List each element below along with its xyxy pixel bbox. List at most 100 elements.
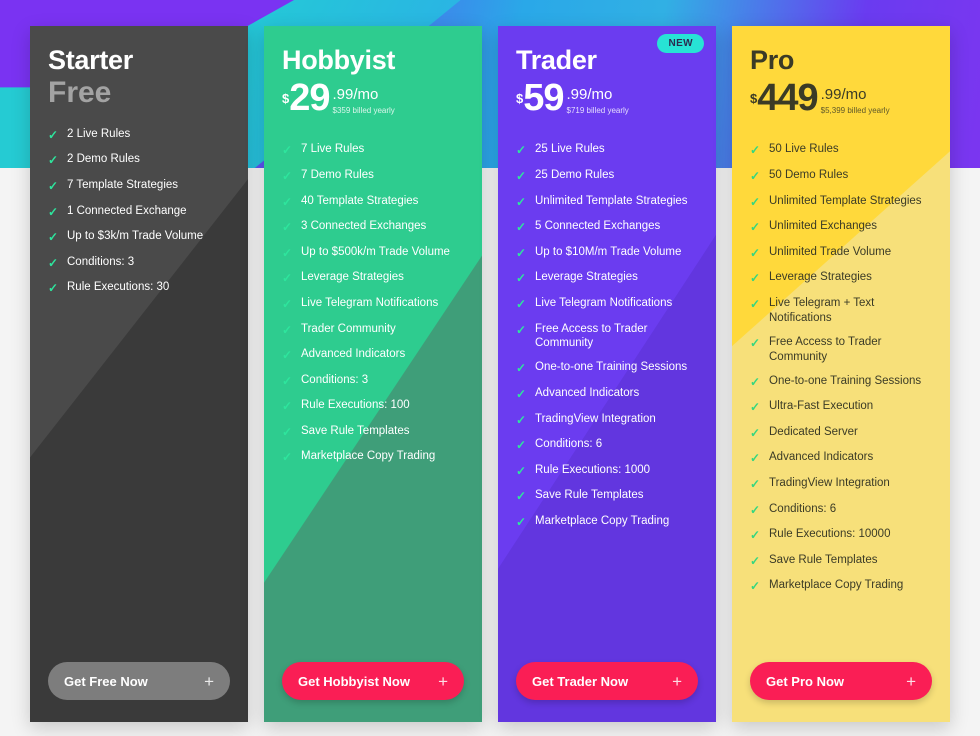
cta-button-trader[interactable]: Get Trader Now + [516, 662, 698, 700]
feature-item: ✓ 2 Live Rules [48, 127, 230, 144]
check-icon: ✓ [516, 489, 527, 504]
feature-item: ✓ Unlimited Trade Volume [750, 245, 932, 262]
feature-label: 7 Live Rules [301, 143, 365, 156]
feature-label: Free Access to Trader Community [769, 335, 882, 363]
check-icon: ✓ [750, 335, 761, 350]
pricing-card-pro: Pro $449.99/mo $5,399 billed yearly ✓ 50 Liv… [732, 26, 950, 722]
feature-item: ✓ Ultra-Fast Execution [750, 399, 932, 416]
new-badge: NEW [657, 34, 704, 53]
check-icon: ✓ [516, 438, 527, 453]
check-icon: ✓ [750, 245, 761, 260]
plan-price: $29.99/mo $359 billed yearly [282, 79, 464, 126]
feature-label: TradingView Integration [769, 477, 890, 490]
check-icon: ✓ [750, 425, 761, 440]
feature-item: ✓ Marketplace Copy Trading [516, 514, 698, 531]
check-icon: ✓ [750, 194, 761, 209]
feature-label: Live Telegram Notifications [535, 296, 673, 309]
feature-list: ✓ 25 Live Rules ✓ 25 Demo Rules ✓ Unlimited T… [516, 142, 698, 648]
card-content: Trader $59.99/mo $719 billed yearly ✓ 25 Liv… [498, 26, 716, 722]
feature-item: ✓ 50 Live Rules [750, 142, 932, 159]
feature-item: ✓ Unlimited Template Strategies [516, 194, 698, 211]
check-icon: ✓ [750, 296, 761, 311]
feature-label: Conditions: 3 [301, 373, 369, 386]
feature-item: ✓ Unlimited Template Strategies [750, 194, 932, 211]
feature-item: ✓ 7 Live Rules [282, 142, 464, 159]
feature-item: ✓ Rule Executions: 10000 [750, 527, 932, 544]
feature-label: Marketplace Copy Trading [535, 514, 670, 527]
check-icon: ✓ [282, 194, 293, 209]
cta-button-pro[interactable]: Get Pro Now + [750, 662, 932, 700]
plan-free-label: Free [48, 76, 112, 110]
feature-label: 7 Demo Rules [301, 168, 374, 181]
feature-item: ✓ TradingView Integration [516, 412, 698, 429]
feature-item: ✓ Marketplace Copy Trading [282, 449, 464, 466]
check-icon: ✓ [48, 179, 59, 194]
feature-item: ✓ Save Rule Templates [516, 488, 698, 505]
feature-item: ✓ 2 Demo Rules [48, 152, 230, 169]
feature-label: Unlimited Exchanges [769, 220, 878, 233]
feature-item: ✓ Dedicated Server [750, 425, 932, 442]
check-icon: ✓ [750, 271, 761, 286]
feature-item: ✓ Rule Executions: 30 [48, 280, 230, 297]
card-content: Pro $449.99/mo $5,399 billed yearly ✓ 50 Liv… [732, 26, 950, 722]
feature-label: Dedicated Server [769, 425, 858, 438]
pricing-card-starter: Starter Free ✓ 2 Live Rules ✓ 2 Demo Rules ✓ 7 … [30, 26, 248, 722]
pricing-card-trader: NEW Trader $59.99/mo $719 billed yearly ✓ 25 … [498, 26, 716, 722]
feature-item: ✓ Marketplace Copy Trading [750, 578, 932, 595]
price-cents-period: .99/mo [332, 86, 379, 104]
check-icon: ✓ [750, 451, 761, 466]
feature-item: ✓ Conditions: 3 [282, 373, 464, 390]
price-cents-period: .99/mo [566, 86, 613, 104]
feature-label: Live Telegram + Text Notifications [769, 296, 875, 324]
price-cents-period: .99/mo [820, 86, 867, 104]
feature-label: 50 Live Rules [769, 143, 839, 156]
check-icon: ✓ [750, 220, 761, 235]
cta-label: Get Free Now [64, 673, 148, 689]
feature-label: Up to $500k/m Trade Volume [301, 245, 450, 258]
cta-button-hobbyist[interactable]: Get Hobbyist Now + [282, 662, 464, 700]
price-currency-symbol: $ [282, 91, 290, 107]
check-icon: ✓ [516, 412, 527, 427]
feature-item: ✓ Up to $3k/m Trade Volume [48, 229, 230, 246]
feature-label: Advanced Indicators [301, 348, 406, 361]
feature-item: ✓ TradingView Integration [750, 476, 932, 493]
feature-item: ✓ Advanced Indicators [750, 450, 932, 467]
plan-price: $449.99/mo $5,399 billed yearly [750, 79, 932, 126]
feature-item: ✓ Advanced Indicators [282, 347, 464, 364]
feature-label: Leverage Strategies [535, 271, 638, 284]
feature-item: ✓ 5 Connected Exchanges [516, 219, 698, 236]
check-icon: ✓ [516, 143, 527, 158]
feature-label: Ultra-Fast Execution [769, 400, 874, 413]
feature-label: Conditions: 6 [769, 502, 837, 515]
feature-item: ✓ Rule Executions: 1000 [516, 463, 698, 480]
feature-item: ✓ Free Access to Trader Community [750, 335, 932, 365]
feature-item: ✓ Leverage Strategies [750, 270, 932, 287]
check-icon: ✓ [516, 220, 527, 235]
feature-label: TradingView Integration [535, 412, 656, 425]
check-icon: ✓ [516, 194, 527, 209]
feature-label: 50 Demo Rules [769, 168, 849, 181]
plan-price: $59.99/mo $719 billed yearly [516, 79, 698, 126]
cta-button-starter[interactable]: Get Free Now + [48, 662, 230, 700]
cta-label: Get Trader Now [532, 673, 629, 689]
cta-label: Get Pro Now [766, 673, 845, 689]
feature-item: ✓ 50 Demo Rules [750, 168, 932, 185]
price-currency-symbol: $ [516, 91, 524, 107]
feature-label: Leverage Strategies [301, 271, 404, 284]
feature-label: 5 Connected Exchanges [535, 220, 661, 233]
check-icon: ✓ [750, 168, 761, 183]
check-icon: ✓ [750, 477, 761, 492]
feature-label: Advanced Indicators [769, 451, 874, 464]
feature-item: ✓ Live Telegram Notifications [282, 296, 464, 313]
feature-item: ✓ Save Rule Templates [750, 553, 932, 570]
card-content: Starter Free ✓ 2 Live Rules ✓ 2 Demo Rules ✓ 7 … [30, 26, 248, 722]
check-icon: ✓ [282, 373, 293, 388]
check-icon: ✓ [750, 374, 761, 389]
check-icon: ✓ [48, 153, 59, 168]
plus-icon: + [204, 671, 214, 691]
check-icon: ✓ [750, 553, 761, 568]
feature-label: Save Rule Templates [769, 553, 878, 566]
price-suffix-group: .99/mo $359 billed yearly [333, 87, 395, 115]
feature-label: Rule Executions: 10000 [769, 528, 891, 541]
check-icon: ✓ [282, 424, 293, 439]
